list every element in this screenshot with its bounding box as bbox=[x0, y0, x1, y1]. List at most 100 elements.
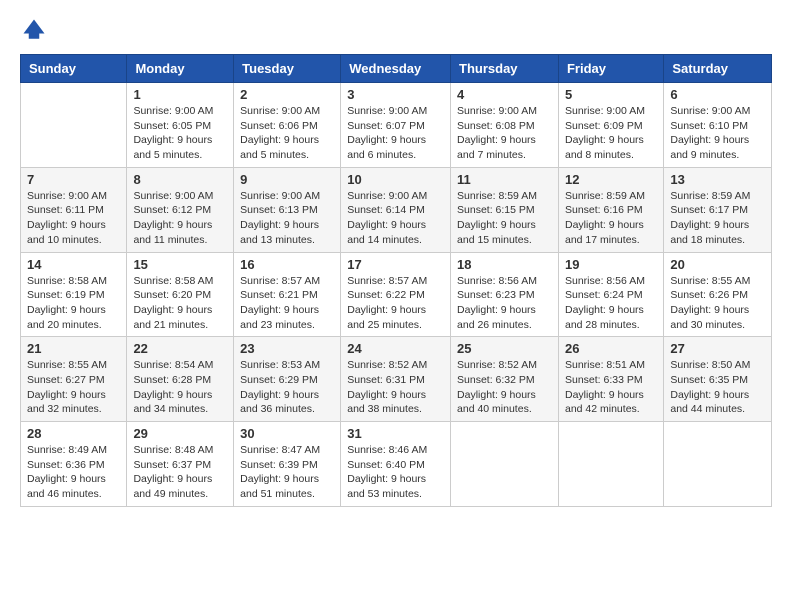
day-number: 3 bbox=[347, 87, 444, 102]
calendar-cell: 11 Sunrise: 8:59 AMSunset: 6:15 PMDayligh… bbox=[451, 167, 559, 252]
day-number: 1 bbox=[133, 87, 227, 102]
day-number: 4 bbox=[457, 87, 552, 102]
calendar-cell: 3 Sunrise: 9:00 AMSunset: 6:07 PMDaylight… bbox=[341, 83, 451, 168]
day-number: 12 bbox=[565, 172, 657, 187]
day-detail: Sunrise: 9:00 AMSunset: 6:07 PMDaylight:… bbox=[347, 104, 444, 163]
day-detail: Sunrise: 8:49 AMSunset: 6:36 PMDaylight:… bbox=[27, 443, 120, 502]
calendar-cell bbox=[558, 422, 663, 507]
day-detail: Sunrise: 8:57 AMSunset: 6:22 PMDaylight:… bbox=[347, 274, 444, 333]
day-number: 9 bbox=[240, 172, 334, 187]
day-number: 5 bbox=[565, 87, 657, 102]
calendar-cell: 26Sunrise: 8:51 AMSunset: 6:33 PMDayligh… bbox=[558, 337, 663, 422]
day-detail: Sunrise: 8:55 AMSunset: 6:27 PMDaylight:… bbox=[27, 358, 120, 417]
day-number: 28 bbox=[27, 426, 120, 441]
header bbox=[20, 16, 772, 44]
day-detail: Sunrise: 8:58 AMSunset: 6:19 PMDaylight:… bbox=[27, 274, 120, 333]
day-header-wednesday: Wednesday bbox=[341, 55, 451, 83]
calendar-cell: 19 Sunrise: 8:56 AMSunset: 6:24 PMDayligh… bbox=[558, 252, 663, 337]
day-number: 25 bbox=[457, 341, 552, 356]
calendar-header-row: SundayMondayTuesdayWednesdayThursdayFrid… bbox=[21, 55, 772, 83]
day-number: 8 bbox=[133, 172, 227, 187]
day-number: 6 bbox=[670, 87, 765, 102]
day-header-thursday: Thursday bbox=[451, 55, 559, 83]
calendar-cell: 21Sunrise: 8:55 AMSunset: 6:27 PMDayligh… bbox=[21, 337, 127, 422]
calendar-cell: 14 Sunrise: 8:58 AMSunset: 6:19 PMDayligh… bbox=[21, 252, 127, 337]
calendar-cell: 23 Sunrise: 8:53 AMSunset: 6:29 PMDayligh… bbox=[234, 337, 341, 422]
day-header-sunday: Sunday bbox=[21, 55, 127, 83]
calendar-cell: 4Sunrise: 9:00 AMSunset: 6:08 PMDaylight… bbox=[451, 83, 559, 168]
day-detail: Sunrise: 8:52 AMSunset: 6:32 PMDaylight:… bbox=[457, 358, 552, 417]
calendar-cell: 31 Sunrise: 8:46 AMSunset: 6:40 PMDayligh… bbox=[341, 422, 451, 507]
day-number: 13 bbox=[670, 172, 765, 187]
day-detail: Sunrise: 9:00 AMSunset: 6:09 PMDaylight:… bbox=[565, 104, 657, 163]
day-detail: Sunrise: 9:00 AMSunset: 6:06 PMDaylight:… bbox=[240, 104, 334, 163]
calendar-week-3: 14 Sunrise: 8:58 AMSunset: 6:19 PMDayligh… bbox=[21, 252, 772, 337]
calendar-cell: 1 Sunrise: 9:00 AMSunset: 6:05 PMDaylight… bbox=[127, 83, 234, 168]
day-detail: Sunrise: 8:59 AMSunset: 6:15 PMDaylight:… bbox=[457, 189, 552, 248]
day-number: 22 bbox=[133, 341, 227, 356]
calendar-cell: 7Sunrise: 9:00 AMSunset: 6:11 PMDaylight… bbox=[21, 167, 127, 252]
logo bbox=[20, 16, 52, 44]
day-number: 29 bbox=[133, 426, 227, 441]
calendar-cell: 5 Sunrise: 9:00 AMSunset: 6:09 PMDaylight… bbox=[558, 83, 663, 168]
day-detail: Sunrise: 8:54 AMSunset: 6:28 PMDaylight:… bbox=[133, 358, 227, 417]
calendar-cell: 28 Sunrise: 8:49 AMSunset: 6:36 PMDayligh… bbox=[21, 422, 127, 507]
day-detail: Sunrise: 8:55 AMSunset: 6:26 PMDaylight:… bbox=[670, 274, 765, 333]
day-number: 19 bbox=[565, 257, 657, 272]
day-detail: Sunrise: 9:00 AMSunset: 6:12 PMDaylight:… bbox=[133, 189, 227, 248]
day-detail: Sunrise: 9:00 AMSunset: 6:13 PMDaylight:… bbox=[240, 189, 334, 248]
calendar-cell: 24 Sunrise: 8:52 AMSunset: 6:31 PMDayligh… bbox=[341, 337, 451, 422]
day-detail: Sunrise: 9:00 AMSunset: 6:10 PMDaylight:… bbox=[670, 104, 765, 163]
day-detail: Sunrise: 8:56 AMSunset: 6:23 PMDaylight:… bbox=[457, 274, 552, 333]
calendar-week-2: 7Sunrise: 9:00 AMSunset: 6:11 PMDaylight… bbox=[21, 167, 772, 252]
day-header-friday: Friday bbox=[558, 55, 663, 83]
calendar-cell: 15 Sunrise: 8:58 AMSunset: 6:20 PMDayligh… bbox=[127, 252, 234, 337]
calendar-cell: 10Sunrise: 9:00 AMSunset: 6:14 PMDayligh… bbox=[341, 167, 451, 252]
calendar-cell bbox=[451, 422, 559, 507]
calendar-cell: 18Sunrise: 8:56 AMSunset: 6:23 PMDayligh… bbox=[451, 252, 559, 337]
day-header-saturday: Saturday bbox=[664, 55, 772, 83]
day-number: 15 bbox=[133, 257, 227, 272]
day-number: 24 bbox=[347, 341, 444, 356]
day-detail: Sunrise: 9:00 AMSunset: 6:14 PMDaylight:… bbox=[347, 189, 444, 248]
day-number: 11 bbox=[457, 172, 552, 187]
day-number: 27 bbox=[670, 341, 765, 356]
calendar-cell: 30Sunrise: 8:47 AMSunset: 6:39 PMDayligh… bbox=[234, 422, 341, 507]
day-detail: Sunrise: 8:48 AMSunset: 6:37 PMDaylight:… bbox=[133, 443, 227, 502]
day-header-tuesday: Tuesday bbox=[234, 55, 341, 83]
day-number: 17 bbox=[347, 257, 444, 272]
calendar-cell: 6 Sunrise: 9:00 AMSunset: 6:10 PMDaylight… bbox=[664, 83, 772, 168]
calendar-cell: 8 Sunrise: 9:00 AMSunset: 6:12 PMDaylight… bbox=[127, 167, 234, 252]
calendar-cell: 16 Sunrise: 8:57 AMSunset: 6:21 PMDayligh… bbox=[234, 252, 341, 337]
day-number: 23 bbox=[240, 341, 334, 356]
calendar-cell: 27 Sunrise: 8:50 AMSunset: 6:35 PMDayligh… bbox=[664, 337, 772, 422]
calendar-week-4: 21Sunrise: 8:55 AMSunset: 6:27 PMDayligh… bbox=[21, 337, 772, 422]
calendar-cell: 12Sunrise: 8:59 AMSunset: 6:16 PMDayligh… bbox=[558, 167, 663, 252]
calendar-cell: 9 Sunrise: 9:00 AMSunset: 6:13 PMDaylight… bbox=[234, 167, 341, 252]
day-detail: Sunrise: 8:57 AMSunset: 6:21 PMDaylight:… bbox=[240, 274, 334, 333]
day-detail: Sunrise: 8:59 AMSunset: 6:17 PMDaylight:… bbox=[670, 189, 765, 248]
calendar-cell: 20Sunrise: 8:55 AMSunset: 6:26 PMDayligh… bbox=[664, 252, 772, 337]
calendar-week-1: 1 Sunrise: 9:00 AMSunset: 6:05 PMDaylight… bbox=[21, 83, 772, 168]
calendar-cell: 17 Sunrise: 8:57 AMSunset: 6:22 PMDayligh… bbox=[341, 252, 451, 337]
day-detail: Sunrise: 8:50 AMSunset: 6:35 PMDaylight:… bbox=[670, 358, 765, 417]
calendar-cell: 25 Sunrise: 8:52 AMSunset: 6:32 PMDayligh… bbox=[451, 337, 559, 422]
calendar-cell: 22 Sunrise: 8:54 AMSunset: 6:28 PMDayligh… bbox=[127, 337, 234, 422]
day-detail: Sunrise: 8:53 AMSunset: 6:29 PMDaylight:… bbox=[240, 358, 334, 417]
day-number: 14 bbox=[27, 257, 120, 272]
day-number: 26 bbox=[565, 341, 657, 356]
calendar-cell bbox=[21, 83, 127, 168]
day-number: 30 bbox=[240, 426, 334, 441]
day-detail: Sunrise: 9:00 AMSunset: 6:11 PMDaylight:… bbox=[27, 189, 120, 248]
logo-icon bbox=[20, 16, 48, 44]
page: SundayMondayTuesdayWednesdayThursdayFrid… bbox=[0, 0, 792, 612]
day-detail: Sunrise: 8:46 AMSunset: 6:40 PMDaylight:… bbox=[347, 443, 444, 502]
day-detail: Sunrise: 8:58 AMSunset: 6:20 PMDaylight:… bbox=[133, 274, 227, 333]
day-detail: Sunrise: 9:00 AMSunset: 6:05 PMDaylight:… bbox=[133, 104, 227, 163]
day-detail: Sunrise: 8:56 AMSunset: 6:24 PMDaylight:… bbox=[565, 274, 657, 333]
day-number: 31 bbox=[347, 426, 444, 441]
calendar-cell: 29 Sunrise: 8:48 AMSunset: 6:37 PMDayligh… bbox=[127, 422, 234, 507]
day-number: 16 bbox=[240, 257, 334, 272]
day-detail: Sunrise: 8:52 AMSunset: 6:31 PMDaylight:… bbox=[347, 358, 444, 417]
calendar-cell: 2Sunrise: 9:00 AMSunset: 6:06 PMDaylight… bbox=[234, 83, 341, 168]
